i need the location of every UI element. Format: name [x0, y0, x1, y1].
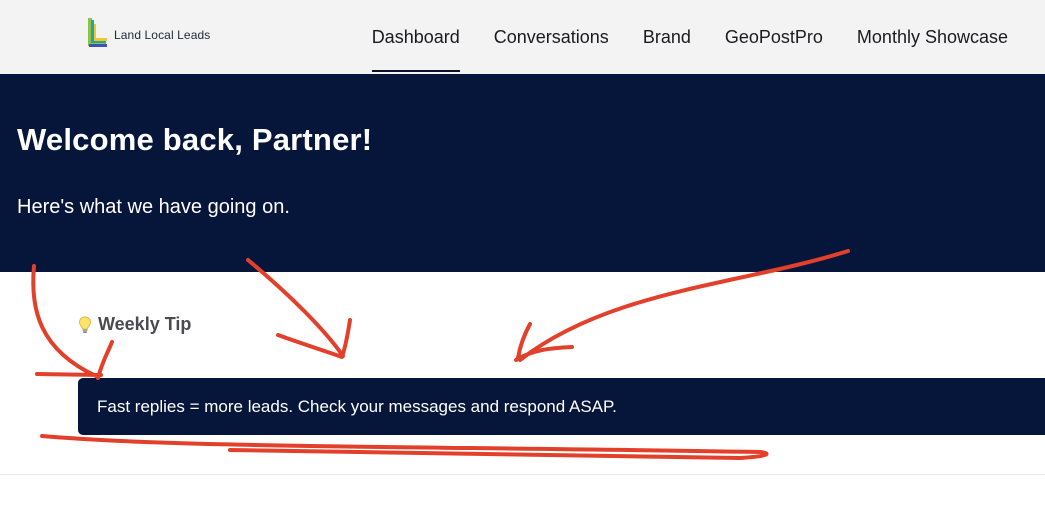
page-subtitle: Here's what we have going on.: [17, 196, 290, 218]
nav-monthly-showcase[interactable]: Monthly Showcase: [840, 0, 1025, 74]
nav-conversations-label: Conversations: [493, 26, 609, 47]
weekly-tip-text: Fast replies = more leads. Check your me…: [97, 396, 617, 416]
weekly-tip-title: Weekly Tip: [98, 314, 192, 334]
nav-geopostpro-label: GeoPostPro: [724, 26, 823, 47]
dashboard-page: Land Local Leads Dashboard Conversations…: [0, 0, 1045, 512]
logo-icon: [88, 18, 107, 47]
weekly-tip-banner: Fast replies = more leads. Check your me…: [78, 378, 1045, 435]
nav-brand-label: Brand: [642, 26, 691, 47]
lightbulb-icon: [78, 315, 92, 333]
nav-dashboard[interactable]: Dashboard: [355, 0, 477, 74]
section-divider: [0, 474, 1045, 475]
top-navigation-bar: Land Local Leads Dashboard Conversations…: [0, 0, 1045, 74]
annotation-middle-arrow: [246, 258, 352, 359]
annotation-underline: [40, 434, 769, 460]
weekly-tip-header: Weekly Tip: [78, 314, 191, 335]
main-nav: Dashboard Conversations Brand GeoPostPro…: [355, 0, 1025, 74]
nav-conversations[interactable]: Conversations: [477, 0, 626, 74]
nav-dashboard-label: Dashboard: [371, 26, 460, 47]
brand-link[interactable]: Land Local Leads: [86, 16, 210, 48]
welcome-hero: Welcome back, Partner! Here's what we ha…: [0, 74, 1045, 272]
page-title: Welcome back, Partner!: [17, 122, 373, 157]
brand-name: Land Local Leads: [114, 28, 211, 42]
nav-geopostpro[interactable]: GeoPostPro: [708, 0, 840, 74]
nav-monthly-showcase-label: Monthly Showcase: [856, 26, 1008, 47]
nav-brand[interactable]: Brand: [626, 0, 708, 74]
